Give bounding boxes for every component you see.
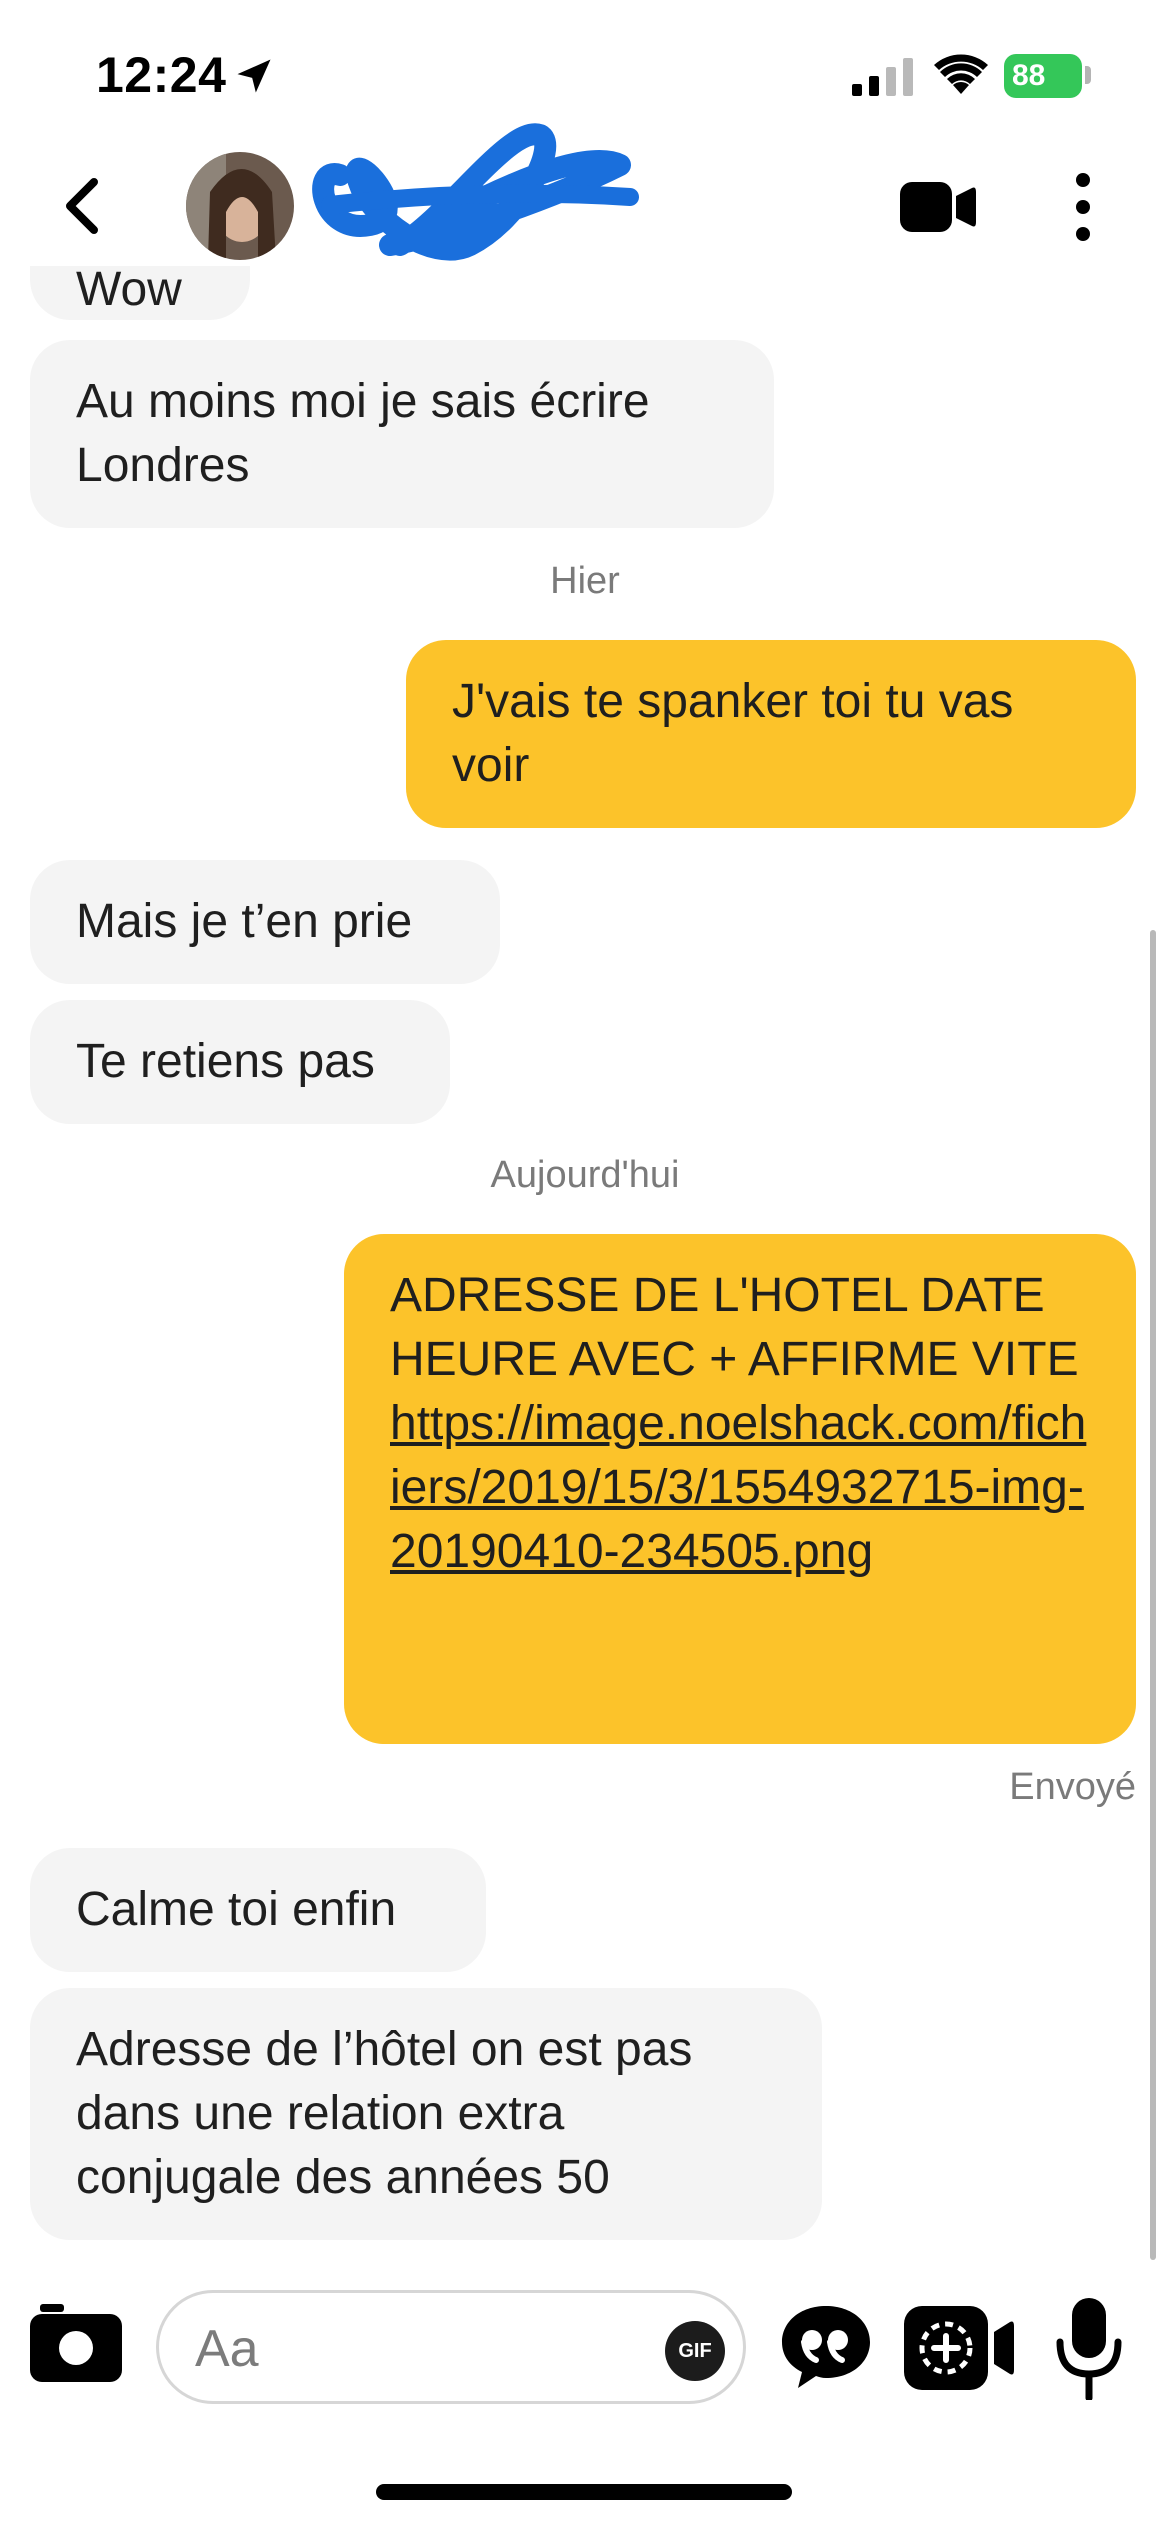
incoming-message: Adresse de l’hôtel on est pas dans une r… <box>30 1988 822 2240</box>
incoming-message: Au moins moi je sais écrire Londres <box>30 340 774 528</box>
quote-icon[interactable] <box>780 2304 872 2390</box>
day-separator: Aujourd'hui <box>490 1154 680 1196</box>
day-separator: Hier <box>550 560 620 602</box>
outgoing-message: J'vais te spanker toi tu vas voir <box>406 640 1136 828</box>
outgoing-message: ADRESSE DE L'HOTEL DATE HEURE AVEC + AFF… <box>344 1234 1136 1744</box>
camera-icon[interactable] <box>30 2304 122 2382</box>
redacted-name-scribble <box>312 123 639 261</box>
battery-level: 88 <box>1012 59 1046 92</box>
wifi-icon <box>934 54 988 94</box>
message-input-placeholder: Aa <box>195 2320 259 2378</box>
location-arrow-icon <box>237 59 271 93</box>
incoming-message: Te retiens pas <box>30 1000 450 1124</box>
video-call-icon[interactable] <box>900 180 976 234</box>
avatar[interactable] <box>186 152 294 260</box>
microphone-icon[interactable] <box>1054 2298 1124 2400</box>
battery-cap <box>1085 66 1091 84</box>
incoming-message: Calme toi enfin <box>30 1848 486 1972</box>
gif-button[interactable]: GIF <box>665 2321 725 2381</box>
status-time: 12:24 <box>96 47 227 103</box>
message-input[interactable]: Aa GIF <box>156 2290 746 2404</box>
message-status: Envoyé <box>1009 1766 1136 1808</box>
message-link[interactable]: https://image.noelshack.com/fichiers/201… <box>390 1397 1086 1578</box>
battery-indicator: 88 <box>1004 54 1082 98</box>
scrollbar[interactable] <box>1150 930 1156 2260</box>
more-vertical-icon[interactable] <box>1068 172 1098 242</box>
camera-plus-icon[interactable] <box>904 2306 1014 2390</box>
cellular-signal-icon <box>852 58 913 96</box>
home-indicator[interactable] <box>376 2484 792 2500</box>
chevron-left-icon[interactable] <box>60 178 104 234</box>
incoming-message: Mais je t’en prie <box>30 860 500 984</box>
